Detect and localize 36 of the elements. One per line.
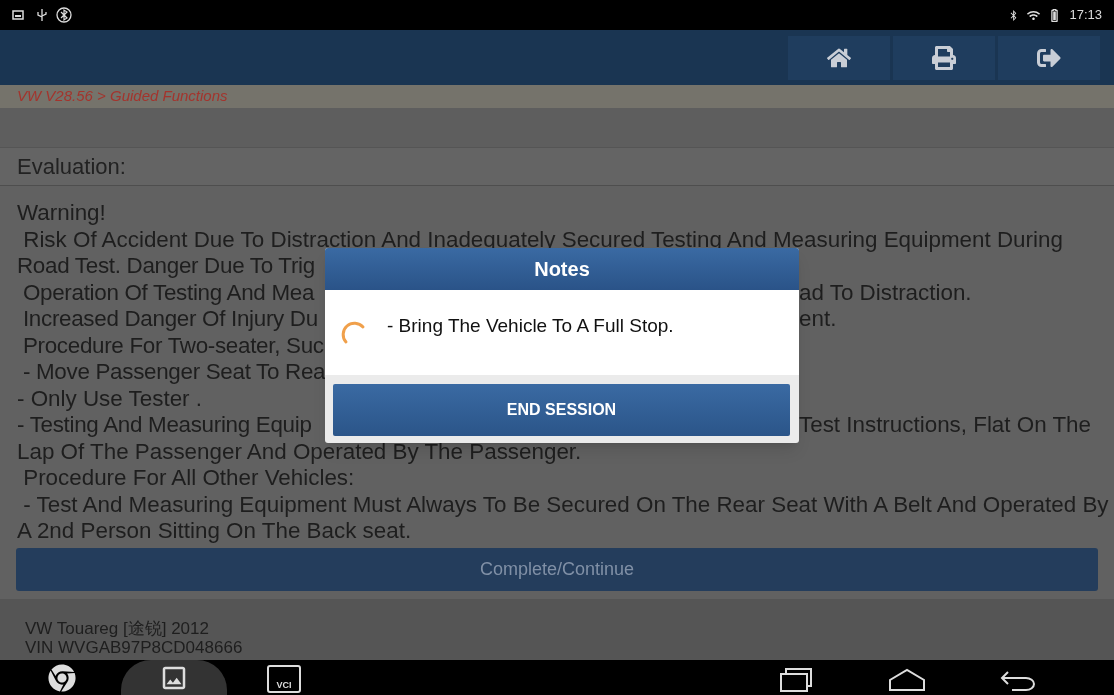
warning-text: Operation Of Testing And Mea xyxy=(21,279,315,305)
end-session-button[interactable]: END SESSION xyxy=(333,384,790,436)
warning-text: Test Instructions, Flat On The xyxy=(799,412,1092,439)
vehicle-info: VIN WVGAB97P8CD048666 xyxy=(25,638,244,657)
dialog-title: Notes xyxy=(534,257,590,282)
warning-text: ad To Distraction. xyxy=(799,279,972,306)
warning-text: - Only Use Tester . xyxy=(17,385,202,411)
usb-icon xyxy=(36,8,48,22)
printer-icon xyxy=(932,45,956,70)
warning-text: Lap Of The Passenger And Operated By The Passenger. xyxy=(17,438,582,464)
warning-text: - Move Passenger Seat To Rea xyxy=(21,359,326,384)
dialog-message: - Bring The Vehicle To A Full Stop. xyxy=(387,314,674,338)
warning-text: Increased Danger Of Injury Du xyxy=(21,306,318,331)
clock: 17:13 xyxy=(1069,6,1102,25)
warning-text: Procedure For Two-seater, Suc xyxy=(21,332,324,358)
warning-text: - Testing And Measuring Equip xyxy=(17,412,312,437)
vci-button[interactable]: VCI xyxy=(267,665,301,693)
home-button[interactable] xyxy=(788,35,890,80)
gallery-button[interactable] xyxy=(121,660,227,695)
bluetooth-circle-icon xyxy=(56,7,72,23)
print-button[interactable] xyxy=(893,35,995,80)
warning-text: Warning! xyxy=(17,200,106,225)
warning-text: A 2nd Person Sitting On The Back seat. xyxy=(17,518,412,543)
warning-text: ent. xyxy=(799,306,837,333)
loading-spinner-icon xyxy=(341,320,367,346)
browser-icon[interactable] xyxy=(48,664,76,692)
home-icon[interactable] xyxy=(888,668,926,692)
warning-text: Road Test. Danger Due To Trig xyxy=(17,253,315,278)
recent-apps-icon[interactable] xyxy=(778,666,814,692)
exit-button[interactable] xyxy=(998,35,1100,80)
warning-text: - Test And Measuring Equipment Must Always To Be Secured On The Rear Seat With A Belt And Operated By xyxy=(22,491,1109,517)
wifi-icon xyxy=(1027,8,1041,22)
warning-text: Risk Of Accident Due To Distraction And Inadequately Secured Testing And Measuring Equipment During xyxy=(22,226,1063,252)
section-title: Evaluation: xyxy=(17,153,126,181)
warning-text: Procedure For All Other Vehicles: xyxy=(22,465,355,490)
back-icon[interactable] xyxy=(1000,668,1036,692)
